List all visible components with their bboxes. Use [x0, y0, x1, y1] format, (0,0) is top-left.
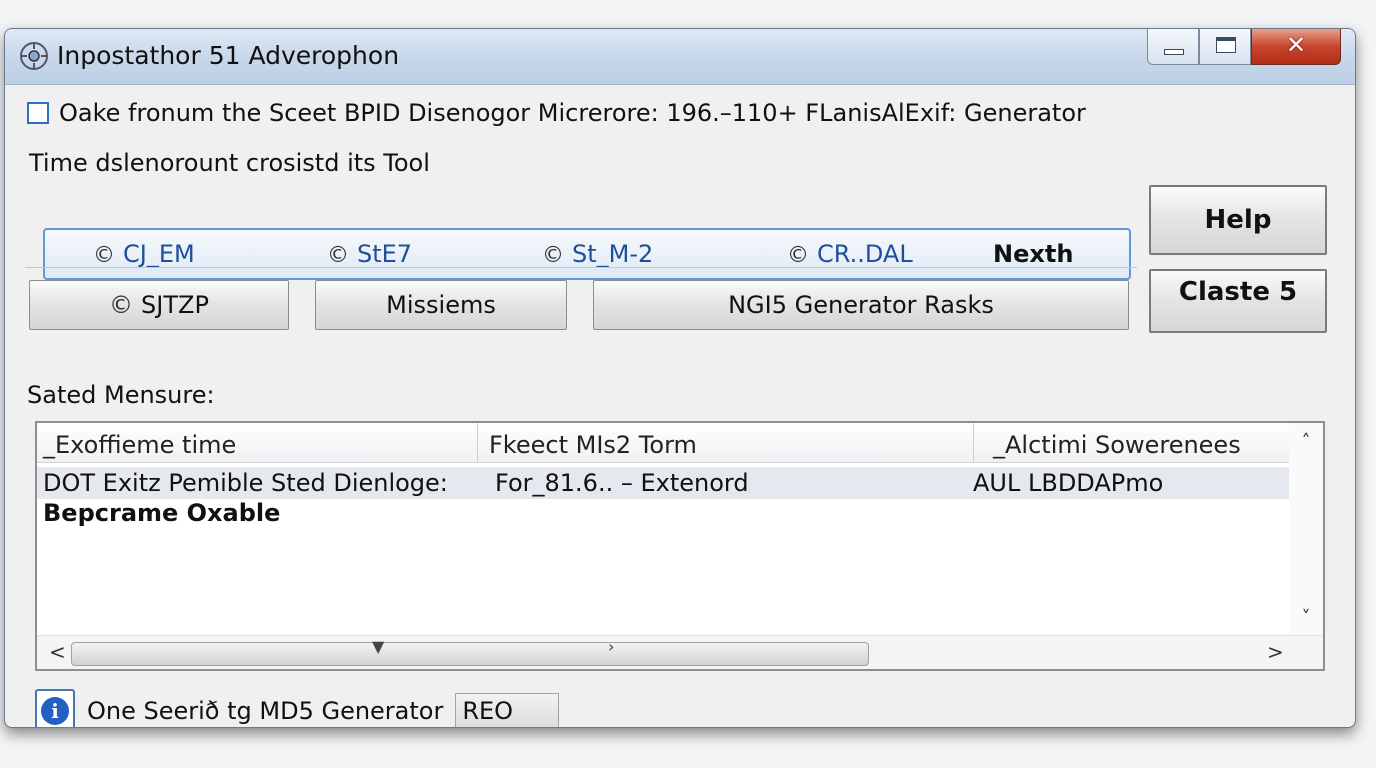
main-window: Inpostathor 51 Adverophon ✕ Oake fronum … — [4, 28, 1356, 728]
window-controls: ✕ — [1147, 29, 1341, 67]
missiems-button[interactable]: Missiems — [315, 280, 567, 330]
checkbox-label: Oake fronum the Sceet BPID Disenogor Mic… — [59, 99, 1086, 127]
sjtzp-label: SJTZP — [141, 291, 209, 319]
list-cell: DOT Exitz Pemible Sted Dienloge: — [43, 469, 448, 497]
ngi5-generator-button[interactable]: NGI5 Generator Rasks — [593, 280, 1129, 330]
sjtzp-button[interactable]: © SJTZP — [29, 280, 289, 330]
minimize-button[interactable] — [1147, 29, 1199, 65]
radio-group: © CJ_EM © StE7 © St_M-2 © CR..DAL Nexth — [43, 228, 1131, 280]
next-button[interactable]: Nexth — [993, 240, 1073, 268]
horizontal-scroll-thumb[interactable]: ▼ › — [71, 637, 869, 666]
column-header[interactable]: _Alctimi Sowerenees — [993, 431, 1241, 459]
list-cell: AUL LBDDAPmo — [973, 469, 1164, 497]
column-header[interactable]: Fkeect MIs2 Torm — [489, 431, 697, 459]
options-checkbox-row[interactable]: Oake fronum the Sceet BPID Disenogor Mic… — [27, 99, 1086, 127]
close-button[interactable]: ✕ — [1251, 29, 1341, 65]
status-value-field[interactable]: REO — [455, 693, 560, 727]
info-button[interactable]: i — [35, 689, 75, 727]
radio-option-cj-em[interactable]: © CJ_EM — [93, 240, 195, 268]
radio-label: StE7 — [357, 240, 413, 268]
scroll-down-icon[interactable]: ˅ — [1289, 607, 1323, 628]
column-separator[interactable] — [477, 423, 478, 463]
radio-label: St_M-2 — [572, 240, 654, 268]
window-title: Inpostathor 51 Adverophon — [57, 41, 400, 70]
options-checkbox[interactable] — [27, 102, 49, 124]
info-icon: i — [41, 697, 69, 725]
minimize-icon — [1164, 49, 1184, 55]
section-label: Sated Mensure: — [27, 381, 215, 409]
radio-icon: © — [327, 243, 349, 268]
thumb-grip-icon: ▼ — [372, 637, 385, 656]
list-cell: Bepcrame Oxable — [43, 499, 281, 527]
maximize-button[interactable] — [1199, 29, 1251, 65]
maximize-icon — [1216, 37, 1236, 53]
subtitle: Time dslenorount crosistd its Tool — [29, 149, 430, 177]
radio-label: CJ_EM — [123, 240, 195, 268]
radio-icon: © — [109, 291, 134, 319]
list-header: _Exoffieme time Fkeect MIs2 Torm _Alctim… — [37, 423, 1291, 463]
title-bar[interactable]: Inpostathor 51 Adverophon ✕ — [5, 29, 1355, 85]
status-bar: i One Seerið tg MD5 Generator REO — [35, 689, 560, 727]
column-separator[interactable] — [973, 423, 974, 463]
scroll-left-icon[interactable]: < — [49, 640, 66, 664]
radio-option-ste7[interactable]: © StE7 — [327, 240, 412, 268]
radio-icon: © — [93, 243, 115, 268]
scroll-right-icon[interactable]: > — [1267, 640, 1284, 664]
help-button[interactable]: Help — [1149, 185, 1327, 255]
close-icon: ✕ — [1285, 31, 1307, 59]
vertical-scrollbar[interactable]: ˄ ˅ — [1289, 423, 1323, 637]
thumb-grip-icon: › — [608, 637, 615, 656]
radio-option-cr-dal[interactable]: © CR..DAL — [787, 240, 913, 268]
radio-icon: © — [542, 243, 564, 268]
radio-option-st-m-2[interactable]: © St_M-2 — [542, 240, 653, 268]
divider — [25, 267, 1137, 268]
radio-label: CR..DAL — [817, 240, 913, 268]
radio-icon: © — [787, 243, 809, 268]
status-text: One Seerið tg MD5 Generator — [87, 697, 444, 725]
scroll-up-icon[interactable]: ˄ — [1289, 431, 1323, 452]
column-header[interactable]: _Exoffieme time — [43, 431, 236, 459]
list-row[interactable]: DOT Exitz Pemible Sted Dienloge: For_81.… — [37, 467, 1291, 499]
results-list[interactable]: _Exoffieme time Fkeect MIs2 Torm _Alctim… — [35, 421, 1325, 671]
list-row[interactable]: Bepcrame Oxable — [37, 497, 1291, 529]
claste-button[interactable]: Claste 5 — [1149, 269, 1327, 333]
list-cell: For_81.6.. – Extenord — [495, 469, 749, 497]
app-icon — [20, 42, 48, 70]
horizontal-scrollbar[interactable]: < ▼ › > — [37, 635, 1323, 669]
